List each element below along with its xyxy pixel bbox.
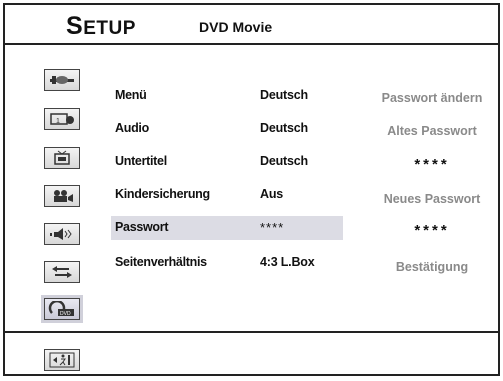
row-value: Deutsch: [260, 121, 308, 135]
svg-text:1: 1: [56, 118, 60, 125]
row-label: Menü: [115, 88, 147, 102]
change-password-label: Passwort ändern: [381, 91, 483, 105]
header-bar: SETUP DVD Movie: [5, 5, 498, 45]
new-password-field[interactable]: ****: [357, 222, 503, 239]
row-label: Seitenverhältnis: [115, 255, 207, 269]
row-value: 4:3 L.Box: [260, 255, 315, 269]
svg-text:DVD: DVD: [60, 311, 71, 317]
dvd-setup-icon[interactable]: DVD: [44, 298, 80, 320]
footer-divider: [5, 331, 498, 333]
page-subtitle: DVD Movie: [199, 19, 273, 35]
new-password-label: Neues Passwort: [383, 192, 481, 206]
title-rest: ETUP: [83, 18, 136, 39]
page-title: SETUP: [66, 12, 136, 41]
exit-icon[interactable]: [44, 349, 80, 371]
old-password-label: Altes Passwort: [387, 124, 477, 138]
setup-window: SETUP DVD Movie 1 DVD Menü Deutsch Audio…: [3, 3, 500, 376]
menu-row-password[interactable]: Passwort ****: [111, 216, 343, 240]
row-label: Audio: [115, 121, 149, 135]
old-password-field[interactable]: ****: [357, 156, 503, 173]
row-label: Passwort: [115, 220, 169, 234]
title-initial: S: [66, 12, 84, 40]
connection-setup-icon[interactable]: [44, 261, 80, 283]
confirm-password-label: Bestätigung: [395, 260, 469, 274]
general-setup-icon[interactable]: [44, 69, 80, 91]
row-label: Kindersicherung: [115, 187, 210, 201]
row-value: Aus: [260, 187, 284, 201]
audio-setup-icon[interactable]: [44, 223, 80, 245]
clock-setup-icon[interactable]: 1: [44, 108, 80, 130]
row-value: Deutsch: [260, 154, 308, 168]
video-setup-icon[interactable]: [44, 185, 80, 207]
tv-setup-icon[interactable]: [44, 147, 80, 169]
row-value: ****: [260, 220, 285, 235]
row-label: Untertitel: [115, 154, 167, 168]
row-value: Deutsch: [260, 88, 308, 102]
